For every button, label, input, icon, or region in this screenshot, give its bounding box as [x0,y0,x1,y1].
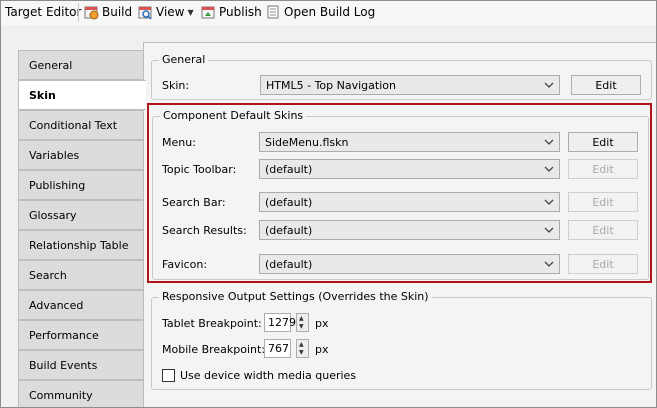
toolbar: Target Editor Build View ▼ Publish Open … [0,0,657,25]
search-bar-skin-select[interactable]: (default) [259,192,560,212]
chevron-down-icon [544,82,554,88]
tablet-breakpoint-stepper[interactable]: ▲ ▼ [296,313,309,332]
device-width-media-queries-checkbox[interactable] [162,369,175,382]
mobile-breakpoint-label: Mobile Breakpoint: [162,343,266,356]
skin-edit-button[interactable]: Edit [571,75,641,95]
nav-item-publishing[interactable]: Publishing [18,170,144,200]
chevron-down-icon [544,139,554,145]
menu-skin-edit-button[interactable]: Edit [568,132,638,152]
target-editor-title: Target Editor [5,5,82,19]
menu-skin-select[interactable]: SideMenu.flskn [259,132,560,152]
search-results-skin-edit-button[interactable]: Edit [568,220,638,240]
mobile-breakpoint-stepper[interactable]: ▲ ▼ [296,339,309,358]
favicon-edit-button[interactable]: Edit [568,254,638,274]
topic-toolbar-skin-label: Topic Toolbar: [162,163,237,176]
tablet-breakpoint-input[interactable]: 1279 [264,313,296,332]
mobile-breakpoint-unit: px [315,343,329,356]
search-bar-skin-label: Search Bar: [162,196,226,209]
nav-item-community[interactable]: Community [18,380,144,408]
build-button[interactable]: Build [83,4,132,20]
target-editor-nav: General Skin Conditional Text Variables … [18,50,146,408]
nav-item-performance[interactable]: Performance [18,320,144,350]
stepper-down-icon: ▼ [299,349,304,356]
tablet-breakpoint-label: Tablet Breakpoint: [162,317,262,330]
nav-item-advanced[interactable]: Advanced [18,290,144,320]
nav-item-skin[interactable]: Skin [18,80,146,110]
nav-item-build-events[interactable]: Build Events [18,350,144,380]
publish-button[interactable]: Publish [200,4,262,20]
favicon-select[interactable]: (default) [259,254,560,274]
build-log-icon [265,4,281,20]
stepper-up-icon: ▲ [299,315,304,322]
view-dropdown-arrow-icon: ▼ [187,7,194,17]
device-width-media-queries-label: Use device width media queries [180,369,357,382]
publish-icon [200,4,216,20]
search-results-skin-label: Search Results: [162,224,247,237]
component-group-title: Component Default Skins [160,109,307,122]
open-build-log-button[interactable]: Open Build Log [265,4,375,20]
toolbar-separator [78,3,79,22]
chevron-down-icon [544,199,554,205]
topic-toolbar-skin-edit-button[interactable]: Edit [568,159,638,179]
stepper-down-icon: ▼ [299,323,304,330]
chevron-down-icon [544,227,554,233]
stepper-up-icon: ▲ [299,341,304,348]
build-icon [83,4,99,20]
general-group-title: General [159,53,209,66]
skin-select[interactable]: HTML5 - Top Navigation [260,75,560,95]
nav-item-search[interactable]: Search [18,260,144,290]
nav-item-general[interactable]: General [18,50,144,80]
view-icon [137,4,153,20]
responsive-group-title: Responsive Output Settings (Overrides th… [159,290,432,303]
tablet-breakpoint-unit: px [315,317,329,330]
nav-item-variables[interactable]: Variables [18,140,144,170]
menu-skin-label: Menu: [162,136,196,149]
favicon-label: Favicon: [162,258,208,271]
view-button[interactable]: View ▼ [137,4,194,20]
nav-item-relationship-table[interactable]: Relationship Table [18,230,144,260]
nav-item-conditional-text[interactable]: Conditional Text [18,110,144,140]
chevron-down-icon [544,166,554,172]
topic-toolbar-skin-select[interactable]: (default) [259,159,560,179]
mobile-breakpoint-input[interactable]: 767 [264,339,291,358]
search-results-skin-select[interactable]: (default) [259,220,560,240]
nav-item-glossary[interactable]: Glossary [18,200,144,230]
skin-label: Skin: [162,79,190,92]
chevron-down-icon [544,261,554,267]
search-bar-skin-edit-button[interactable]: Edit [568,192,638,212]
